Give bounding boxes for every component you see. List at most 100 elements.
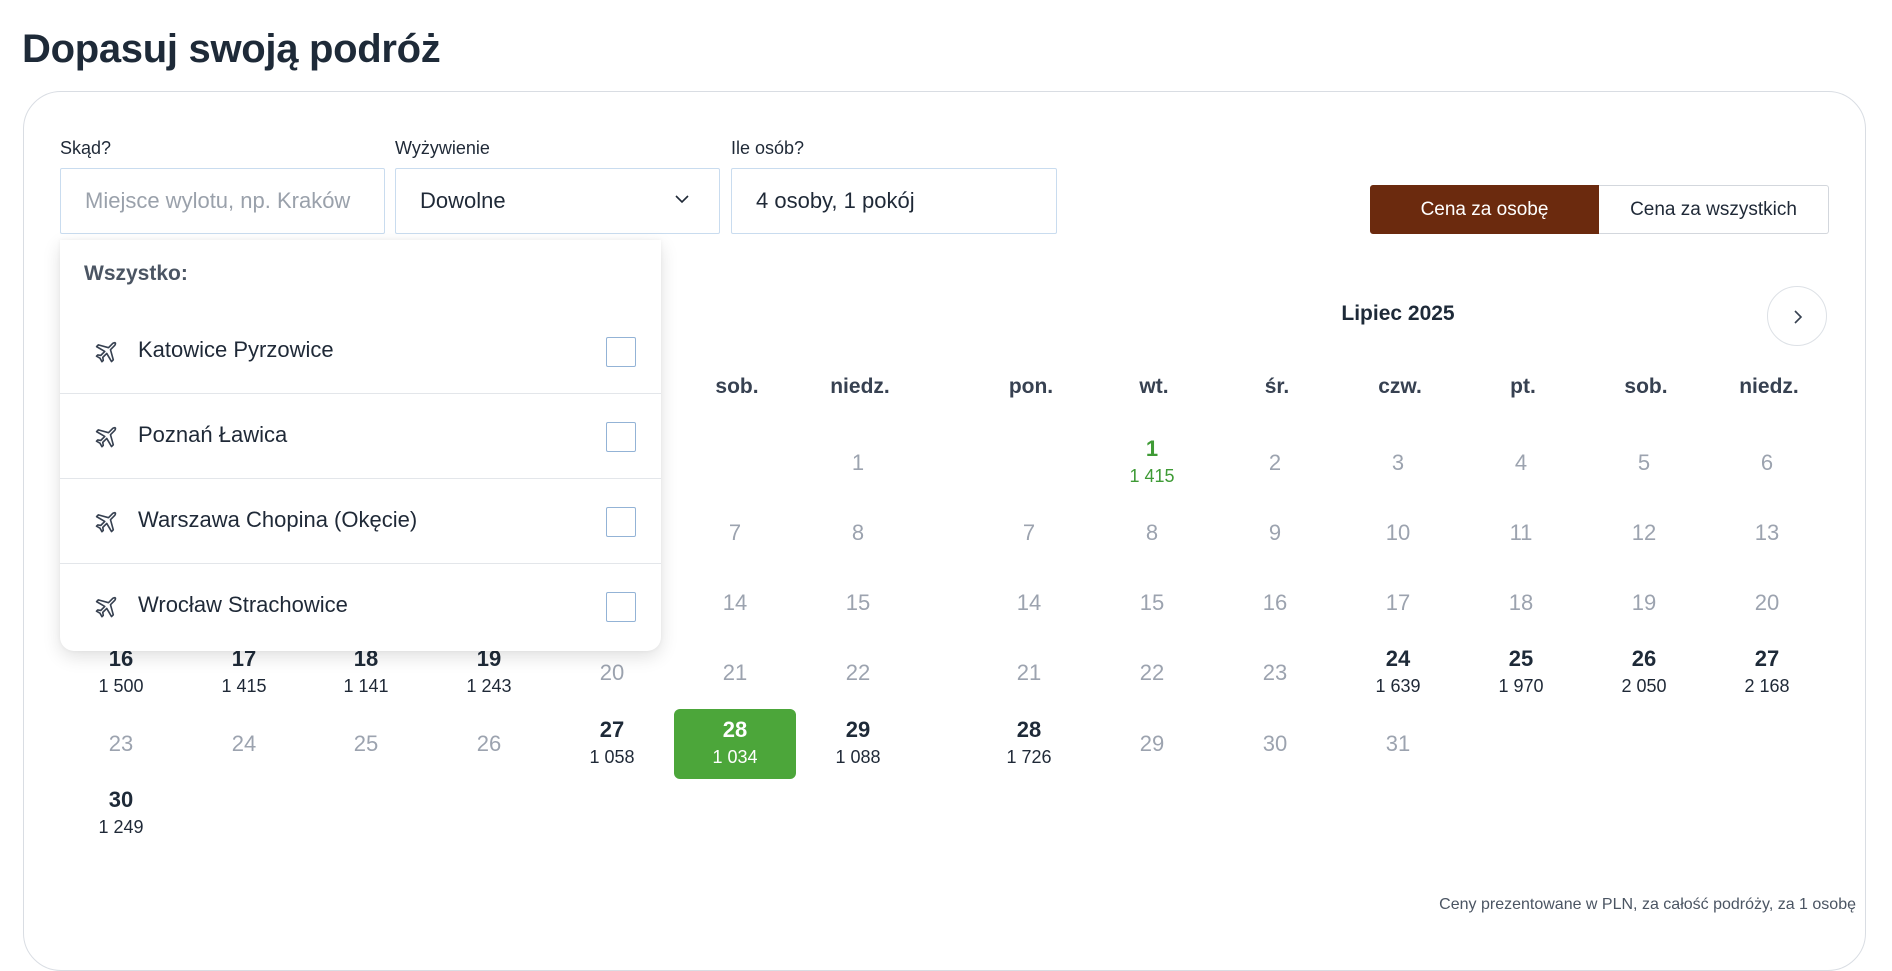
price-total-button[interactable]: Cena za wszystkich [1599, 185, 1829, 234]
airport-option[interactable]: Katowice Pyrzowice [60, 309, 661, 394]
calendar-day[interactable]: 27 1 058 [551, 709, 673, 779]
calendar-day[interactable]: 15 [1091, 568, 1213, 638]
day-number: 8 [1145, 520, 1159, 545]
meal-select-value: Dowolne [420, 188, 506, 213]
day-price: 1 415 [1129, 466, 1175, 486]
weekday-mon: pon. [1008, 375, 1054, 398]
day-number: 6 [1760, 450, 1774, 475]
from-field[interactable] [60, 168, 385, 234]
day-number: 14 [722, 590, 748, 615]
plane-icon [95, 426, 117, 448]
day-number: 29 [1139, 731, 1165, 756]
day-number: 10 [1385, 520, 1411, 545]
day-number: 15 [1139, 590, 1165, 615]
calendar-day[interactable]: 12 [1583, 498, 1705, 568]
calendar-day[interactable]: 29 1 088 [797, 709, 919, 779]
from-input[interactable] [85, 188, 384, 214]
price-per-person-button[interactable]: Cena za osobę [1370, 185, 1599, 234]
calendar-day[interactable]: 4 [1460, 428, 1582, 498]
day-number: 5 [1637, 450, 1651, 475]
calendar-day[interactable]: 1 [797, 428, 919, 498]
day-number: 29 [845, 717, 871, 742]
day-price: 1 034 [712, 747, 758, 767]
calendar-day[interactable]: 22 [1091, 638, 1213, 708]
calendar-day[interactable]: 26 2 050 [1583, 638, 1705, 708]
calendar-day[interactable]: 2 [1214, 428, 1336, 498]
calendar-day[interactable]: 28 1 034 [674, 709, 796, 779]
calendar-day[interactable]: 10 [1337, 498, 1459, 568]
airport-option-label: Wrocław Strachowice [138, 592, 348, 617]
calendar-day[interactable]: 7 [968, 498, 1090, 568]
calendar-day[interactable]: 17 [1337, 568, 1459, 638]
day-number: 13 [1754, 520, 1780, 545]
calendar-day[interactable]: 28 1 726 [968, 709, 1090, 779]
day-number: 28 [1016, 717, 1042, 742]
calendar-day[interactable]: 19 [1583, 568, 1705, 638]
calendar-day[interactable]: 9 [1214, 498, 1336, 568]
chevron-down-icon [675, 195, 689, 204]
weekday-fri: pt. [1510, 375, 1536, 398]
calendar-day[interactable]: 23 [1214, 638, 1336, 708]
airport-option[interactable]: Poznań Ławica [60, 394, 661, 479]
price-footnote: Ceny prezentowane w PLN, za całość podró… [1439, 896, 1856, 913]
calendar-day[interactable]: 25 [305, 709, 427, 779]
day-number: 22 [845, 660, 871, 685]
airport-checkbox[interactable] [606, 337, 636, 367]
calendar-day[interactable]: 11 [1460, 498, 1582, 568]
calendar-day[interactable]: 30 [1214, 709, 1336, 779]
airport-checkbox[interactable] [606, 507, 636, 537]
day-number: 1 [1145, 436, 1159, 461]
calendar-day[interactable]: 8 [1091, 498, 1213, 568]
calendar-day[interactable]: 13 [1706, 498, 1828, 568]
calendar-day[interactable]: 5 [1583, 428, 1705, 498]
day-number: 4 [1514, 450, 1528, 475]
calendar-day[interactable]: 14 [968, 568, 1090, 638]
calendar-day[interactable]: 29 [1091, 709, 1213, 779]
calendar-day[interactable]: 20 [1706, 568, 1828, 638]
weekday-wed: śr. [1264, 375, 1290, 398]
calendar-day[interactable]: 24 [183, 709, 305, 779]
day-number: 2 [1268, 450, 1282, 475]
day-number: 25 [353, 731, 379, 756]
airport-option[interactable]: Wrocław Strachowice [60, 564, 661, 649]
calendar-day[interactable]: 6 [1706, 428, 1828, 498]
calendar-day[interactable]: 15 [797, 568, 919, 638]
calendar-day[interactable]: 22 [797, 638, 919, 708]
calendar-day[interactable]: 30 1 249 [60, 779, 182, 849]
airport-option-label: Warszawa Chopina (Okęcie) [138, 507, 418, 532]
day-number: 21 [1016, 660, 1042, 685]
calendar-day[interactable]: 3 [1337, 428, 1459, 498]
calendar-day[interactable]: 27 2 168 [1706, 638, 1828, 708]
calendar-day[interactable]: 21 [968, 638, 1090, 708]
calendar-day[interactable]: 7 [674, 498, 796, 568]
people-value: 4 osoby, 1 pokój [756, 188, 915, 213]
day-price: 2 050 [1621, 676, 1667, 696]
calendar-day[interactable]: 16 [1214, 568, 1336, 638]
calendar-day[interactable]: 8 [797, 498, 919, 568]
calendar-day[interactable]: 14 [674, 568, 796, 638]
day-number: 20 [599, 660, 625, 685]
day-number: 25 [1508, 646, 1534, 671]
day-number: 8 [851, 520, 865, 545]
day-number: 22 [1139, 660, 1165, 685]
calendar-day[interactable]: 23 [60, 709, 182, 779]
chevron-right-icon [1794, 310, 1803, 324]
calendar-day[interactable]: 1 1 415 [1091, 428, 1213, 498]
airport-option[interactable]: Warszawa Chopina (Okęcie) [60, 479, 661, 564]
calendar-day[interactable]: 18 [1460, 568, 1582, 638]
day-number: 9 [1268, 520, 1282, 545]
calendar-day[interactable]: 24 1 639 [1337, 638, 1459, 708]
next-month-button[interactable] [1767, 286, 1827, 346]
people-field[interactable]: 4 osoby, 1 pokój [731, 168, 1057, 234]
calendar-day[interactable]: 31 [1337, 709, 1459, 779]
day-price: 1 415 [221, 676, 267, 696]
day-price: 1 639 [1375, 676, 1421, 696]
day-number: 17 [1385, 590, 1411, 615]
calendar-day[interactable]: 21 [674, 638, 796, 708]
meal-select[interactable]: Dowolne [395, 168, 720, 234]
airport-checkbox[interactable] [606, 592, 636, 622]
airport-checkbox[interactable] [606, 422, 636, 452]
calendar-day[interactable]: 25 1 970 [1460, 638, 1582, 708]
calendar-day[interactable]: 26 [428, 709, 550, 779]
day-number: 21 [722, 660, 748, 685]
